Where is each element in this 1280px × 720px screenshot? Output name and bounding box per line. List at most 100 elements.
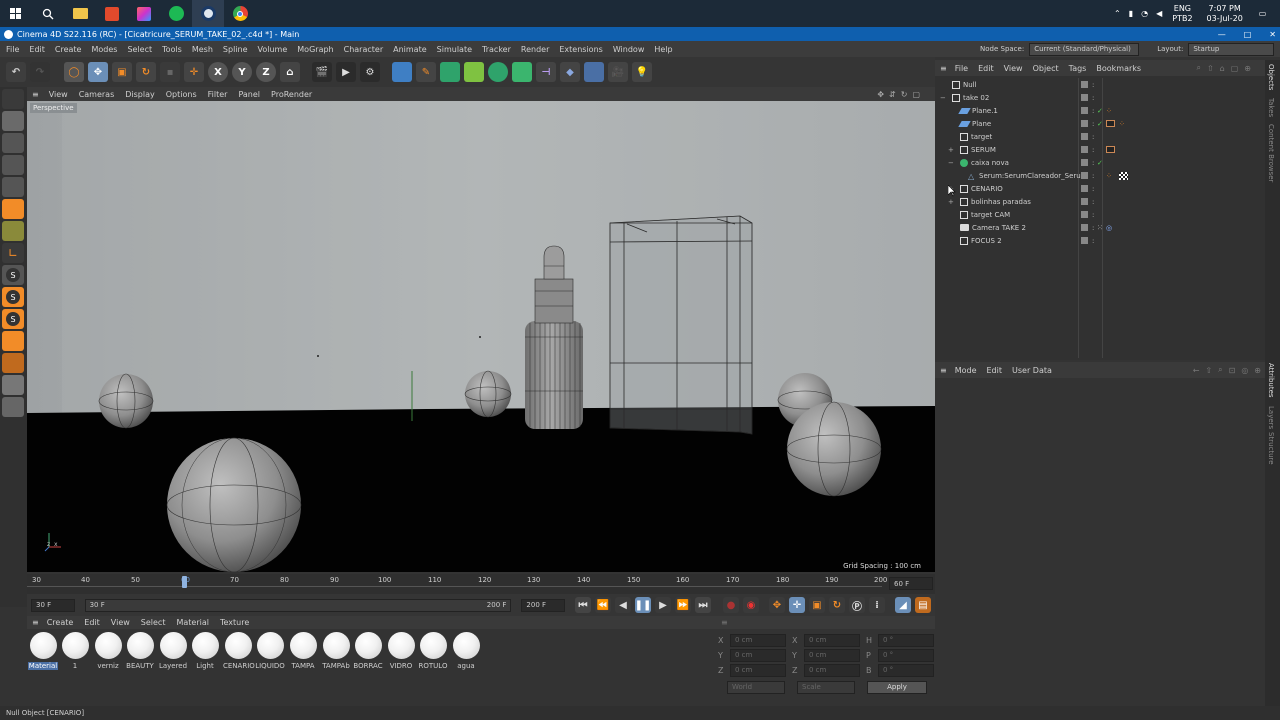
object-row-target[interactable]: target : [935,130,1265,143]
cinema4d-taskbar-icon[interactable] [192,0,224,27]
viewport-menu-panel[interactable]: Panel [238,90,260,99]
object-row-serum[interactable]: + SERUM : [935,143,1265,156]
layer-check-icon[interactable] [1081,224,1088,231]
viewport-hamburger-icon[interactable]: ≡ [32,90,39,99]
viewport-menu-filter[interactable]: Filter [208,90,228,99]
material-swatch[interactable]: 1 [60,632,90,670]
undo-icon[interactable]: ↶ [6,62,26,82]
attr-menu-edit[interactable]: Edit [987,366,1003,375]
menu-window[interactable]: Window [613,45,645,54]
timeline-ruler[interactable]: 30 40 50 60 70 80 90 100 110 120 130 140… [27,574,935,594]
pen-spline-icon[interactable]: ✎ [416,62,436,82]
select-tool-icon[interactable]: ◯ [64,62,84,82]
render-region-icon[interactable]: 🎬 [312,62,332,82]
objmgr-home-icon[interactable]: ⌂ [1220,64,1225,73]
material-swatch[interactable]: TAMPAb [321,632,351,670]
autokey-icon[interactable]: ◉ [742,597,759,613]
rotation-h-field[interactable]: 0 ° [878,633,934,647]
visibility-dots-icon[interactable]: : [1092,224,1094,232]
packaging-box[interactable] [609,215,753,435]
viewport-menu-prorender[interactable]: ProRender [271,90,312,99]
clock[interactable]: 7:07 PM 03-Jul-20 [1207,4,1243,24]
snap-icon[interactable]: S [2,265,24,285]
menu-render[interactable]: Render [521,45,549,54]
model-mode-icon[interactable] [2,111,24,131]
light-icon[interactable]: 💡 [632,62,652,82]
objmgr-hamburger-icon[interactable]: ≡ [940,64,947,73]
playhead-handle[interactable] [182,576,187,588]
mat-menu-material[interactable]: Material [176,618,209,627]
windows-start-icon[interactable] [0,0,32,27]
rotation-p-field[interactable]: 0 ° [878,648,934,662]
field-icon[interactable]: ◆ [560,62,580,82]
menu-select[interactable]: Select [127,45,152,54]
layer-check-icon[interactable] [1081,120,1088,127]
sphere-large-left[interactable] [166,437,302,572]
key-scale-icon[interactable]: ▣ [808,597,825,613]
render-tag-icon[interactable] [1106,120,1115,127]
visibility-dots-icon[interactable]: : [1092,198,1094,206]
phong-tag-icon[interactable]: ⁘ [1106,107,1112,115]
obj-menu-view[interactable]: View [1004,64,1023,73]
viewport-menu-view[interactable]: View [49,90,68,99]
expand-toggle[interactable]: + [948,146,956,154]
cube-icon[interactable] [392,62,412,82]
visibility-dots-icon[interactable]: : [1092,146,1094,154]
expand-toggle[interactable]: − [940,94,948,102]
layout-dropdown[interactable]: Startup [1188,42,1275,56]
start-frame-field[interactable]: 30 F [31,598,75,612]
prev-key-icon[interactable]: ⏪ [594,597,611,613]
mat-menu-select[interactable]: Select [141,618,166,627]
chevron-up-icon[interactable]: ⌃ [1114,9,1121,18]
material-swatch[interactable]: ROTULO [418,632,448,670]
nodespace-dropdown[interactable]: Current (Standard/Physical) [1029,42,1140,56]
attr-search-icon[interactable]: ⌕ [1218,365,1222,375]
interpolation-icon[interactable]: ◢ [894,597,911,613]
viewport-rotate-icon[interactable]: ↻ [901,90,908,99]
objmgr-up-icon[interactable]: ⇧ [1207,64,1214,73]
object-row-focus2[interactable]: FOCUS 2 : [935,234,1265,247]
enabled-check-icon[interactable]: ✓ [1097,107,1103,115]
material-hamburger-icon[interactable]: ≡ [32,618,39,627]
menu-tools[interactable]: Tools [162,45,182,54]
rotation-b-field[interactable]: 0 ° [878,663,934,677]
viewport-toggle-icon[interactable]: ▢ [912,90,920,99]
attr-menu-userdata[interactable]: User Data [1012,366,1052,375]
language-indicator[interactable]: ENG PTB2 [1172,4,1192,24]
locked-workplane-icon[interactable] [2,397,24,417]
edges-mode-icon[interactable] [2,177,24,197]
object-row-caixa-nova[interactable]: − caixa nova : ✓ [935,156,1265,169]
objmgr-filter-icon[interactable]: ⊕ [1244,64,1251,73]
axis-x-button[interactable]: X [208,62,228,82]
apply-button[interactable]: Apply [867,680,927,694]
visibility-dots-icon[interactable]: : [1092,159,1094,167]
viewport-move-icon[interactable]: ✥ [877,90,884,99]
material-swatch[interactable]: VIDRO [386,632,416,670]
menu-spline[interactable]: Spline [223,45,248,54]
menu-mograph[interactable]: MoGraph [297,45,333,54]
subdivision-icon[interactable] [440,62,460,82]
target-tag-icon[interactable]: ◎ [1106,224,1112,232]
coords-hamburger-icon[interactable]: ≡ [721,618,728,627]
material-swatch[interactable]: BORRAC [353,632,383,670]
menu-extensions[interactable]: Extensions [559,45,602,54]
key-param-icon[interactable]: Ⓟ [848,597,865,613]
material-swatch[interactable]: Layered [158,632,188,670]
camera-icon[interactable]: 🎥 [608,62,628,82]
mat-menu-view[interactable]: View [111,618,130,627]
workplane-icon[interactable] [2,353,24,373]
maximize-icon[interactable]: □ [1244,30,1252,39]
goto-start-icon[interactable]: ⏮ [574,597,591,613]
axis-mode-icon[interactable]: ∟ [2,243,24,263]
objmgr-search-icon[interactable]: ⌕ [1196,63,1200,73]
object-row-serum-mesh[interactable]: △ Serum:SerumClareador_Serum : ⁘ [935,169,1265,182]
tab-objects[interactable]: Objects [1267,64,1275,90]
expand-toggle[interactable]: − [948,159,956,167]
mat-menu-create[interactable]: Create [47,618,74,627]
visibility-dots-icon[interactable]: : [1092,185,1094,193]
goto-end-icon[interactable]: ⏭ [694,597,711,613]
visibility-dots-icon[interactable]: : [1092,133,1094,141]
object-row-cenario[interactable]: + CENARIO : [935,182,1265,195]
visibility-dots-icon[interactable]: : [1092,237,1094,245]
frame-range-slider[interactable]: 30 F 200 F [84,598,512,612]
